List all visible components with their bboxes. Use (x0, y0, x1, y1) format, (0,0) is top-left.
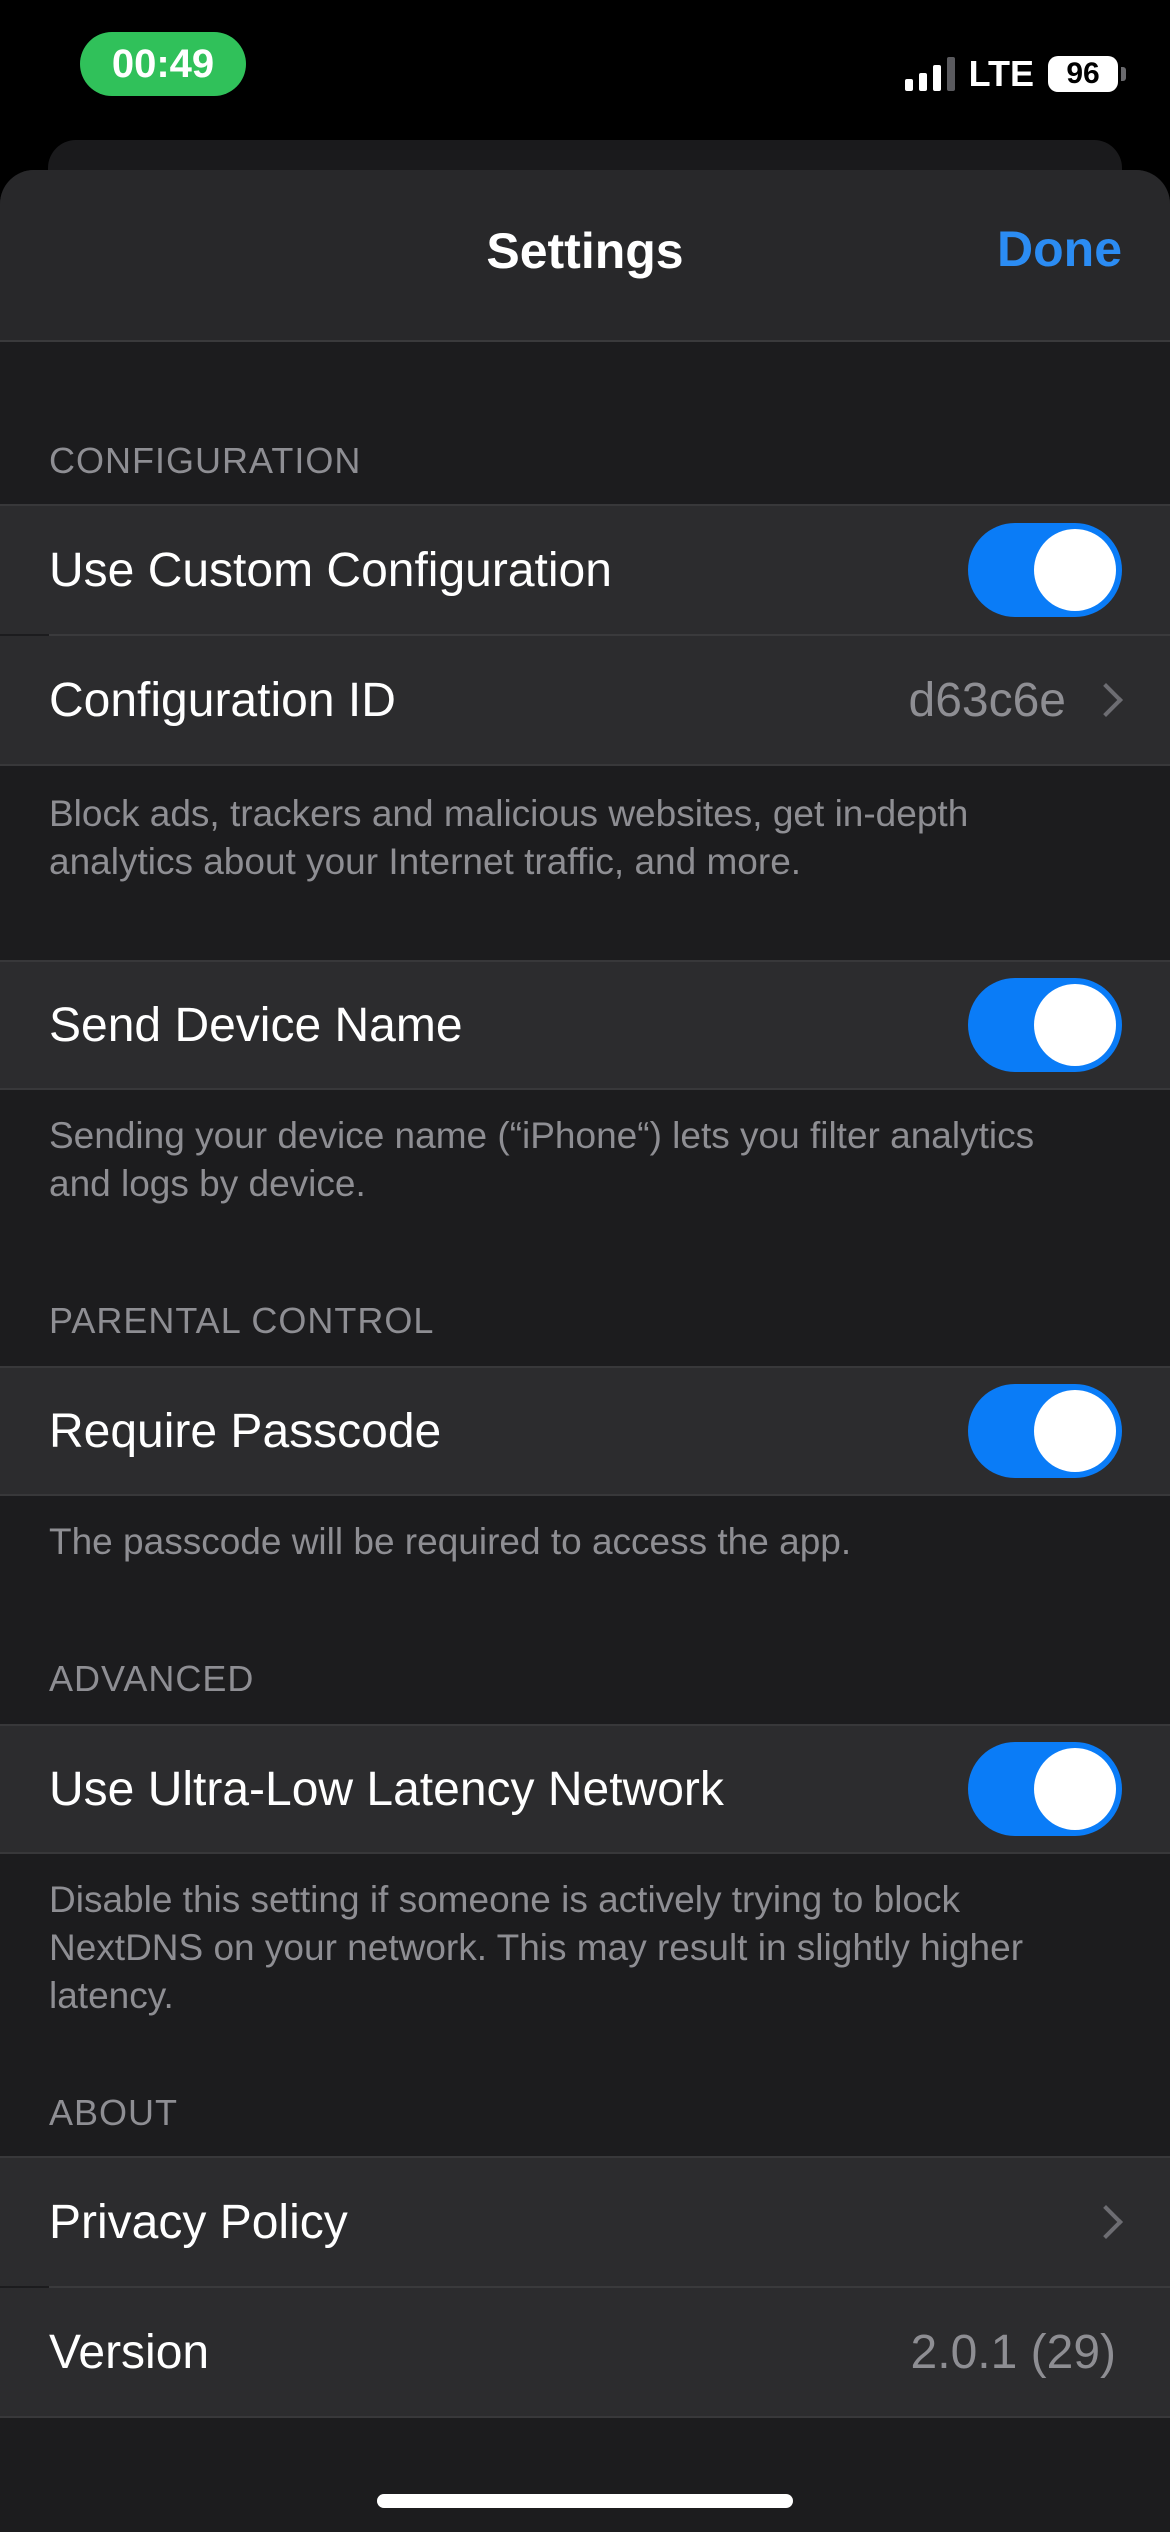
send-device-name-label: Send Device Name (49, 998, 463, 1052)
section-header-about: ABOUT (49, 2092, 179, 2133)
ultra-low-latency-row: Use Ultra-Low Latency Network (0, 1724, 1170, 1854)
section-header-configuration: CONFIGURATION (49, 440, 362, 481)
toggle-knob (1034, 529, 1116, 611)
privacy-policy-label: Privacy Policy (49, 2195, 348, 2249)
require-passcode-label: Require Passcode (49, 1404, 442, 1458)
version-row: Version 2.0.1 (29) (0, 2288, 1170, 2418)
privacy-policy-row[interactable]: Privacy Policy (0, 2156, 1170, 2286)
done-button[interactable]: Done (997, 220, 1122, 278)
ultra-low-latency-toggle[interactable] (968, 1742, 1122, 1836)
use-custom-configuration-toggle[interactable] (968, 523, 1122, 617)
section-header-parental-control: PARENTAL CONTROL (49, 1300, 435, 1341)
require-passcode-toggle[interactable] (968, 1384, 1122, 1478)
version-label: Version (49, 2325, 210, 2379)
status-time: 00:49 (80, 32, 246, 96)
chevron-right-icon (1089, 683, 1123, 717)
ultra-low-latency-label: Use Ultra-Low Latency Network (49, 1762, 724, 1816)
toggle-knob (1034, 1748, 1116, 1830)
configuration-id-value: d63c6e (908, 673, 1066, 727)
use-custom-configuration-label: Use Custom Configuration (49, 543, 612, 597)
require-passcode-row: Require Passcode (0, 1366, 1170, 1496)
configuration-footer: Block ads, trackers and malicious websit… (49, 793, 969, 882)
device-name-footer: Sending your device name (“iPhone“) lets… (49, 1115, 1035, 1204)
page-title: Settings (486, 223, 684, 279)
configuration-id-label: Configuration ID (49, 673, 396, 727)
battery-icon: 96 (1048, 56, 1126, 92)
status-indicators: LTE 96 (904, 50, 1126, 98)
battery-level: 96 (1066, 57, 1100, 90)
status-bar: 00:49 LTE 96 (0, 0, 1170, 150)
use-custom-configuration-row: Use Custom Configuration (0, 504, 1170, 634)
toggle-knob (1034, 1390, 1116, 1472)
advanced-footer: Disable this setting if someone is activ… (49, 1879, 1024, 2016)
navigation-bar: Settings Done (0, 170, 1170, 342)
chevron-right-icon (1089, 2205, 1123, 2239)
home-indicator[interactable] (377, 2494, 793, 2508)
toggle-knob (1034, 984, 1116, 1066)
section-header-advanced: ADVANCED (49, 1658, 255, 1699)
settings-sheet: Settings Done CONFIGURATION Use Custom C… (0, 170, 1170, 2532)
send-device-name-row: Send Device Name (0, 960, 1170, 1090)
configuration-id-row[interactable]: Configuration ID d63c6e (0, 636, 1170, 766)
cellular-signal-icon (904, 57, 955, 91)
send-device-name-toggle[interactable] (968, 978, 1122, 1072)
version-value: 2.0.1 (29) (910, 2325, 1116, 2379)
parental-control-footer: The passcode will be required to access … (49, 1521, 852, 1562)
network-type: LTE (968, 53, 1034, 94)
